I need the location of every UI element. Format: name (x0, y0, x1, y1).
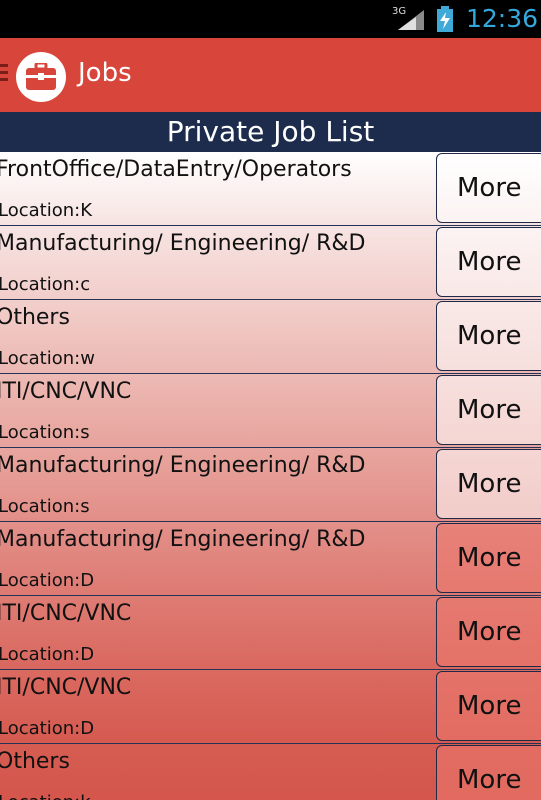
job-category: Manufacturing/ Engineering/ R&D (0, 231, 366, 256)
job-category: Others (0, 749, 70, 774)
job-location: Location:k (0, 792, 91, 800)
job-category: ITI/CNC/VNC (0, 379, 132, 404)
list-item[interactable]: Others Location:w More (0, 300, 541, 374)
more-button[interactable]: More (436, 301, 541, 371)
job-location: Location:D (0, 718, 95, 739)
list-item[interactable]: ITI/CNC/VNC Location:s More (0, 374, 541, 448)
more-button[interactable]: More (436, 671, 541, 741)
job-category: ITI/CNC/VNC (0, 601, 132, 626)
more-button[interactable]: More (436, 449, 541, 519)
job-category: Manufacturing/ Engineering/ R&D (0, 453, 366, 478)
list-item[interactable]: Manufacturing/ Engineering/ R&D Location… (0, 226, 541, 300)
signal-strength-icon (398, 10, 424, 30)
clock: 12:36 (466, 4, 539, 33)
more-button[interactable]: More (436, 153, 541, 223)
more-button[interactable]: More (436, 523, 541, 593)
action-bar: Jobs (0, 38, 541, 112)
job-location: Location:K (0, 200, 92, 221)
battery-charging-icon (437, 6, 453, 32)
job-category: Others (0, 305, 70, 330)
list-item[interactable]: FrontOffice/DataEntry/Operators Location… (0, 152, 541, 226)
list-item[interactable]: ITI/CNC/VNC Location:D More (0, 670, 541, 744)
list-item[interactable]: Others Location:k More (0, 744, 541, 800)
list-header: Private Job List (0, 112, 541, 152)
job-location: Location:s (0, 496, 90, 517)
job-location: Location:w (0, 348, 95, 369)
list-item[interactable]: Manufacturing/ Engineering/ R&D Location… (0, 448, 541, 522)
job-location: Location:c (0, 274, 91, 295)
job-location: Location:s (0, 422, 90, 443)
list-item[interactable]: Manufacturing/ Engineering/ R&D Location… (0, 522, 541, 596)
more-button[interactable]: More (436, 227, 541, 297)
more-button[interactable]: More (436, 745, 541, 800)
briefcase-icon[interactable] (16, 52, 66, 102)
more-button[interactable]: More (436, 375, 541, 445)
more-button[interactable]: More (436, 597, 541, 667)
list-item[interactable]: ITI/CNC/VNC Location:D More (0, 596, 541, 670)
navigation-drawer-icon[interactable] (0, 64, 8, 84)
page-title: Jobs (78, 58, 132, 88)
status-bar: 3G 12:36 (0, 0, 541, 38)
job-list[interactable]: FrontOffice/DataEntry/Operators Location… (0, 152, 541, 800)
job-category: Manufacturing/ Engineering/ R&D (0, 527, 366, 552)
job-category: ITI/CNC/VNC (0, 675, 132, 700)
job-location: Location:D (0, 570, 95, 591)
job-location: Location:D (0, 644, 95, 665)
job-category: FrontOffice/DataEntry/Operators (0, 157, 352, 182)
